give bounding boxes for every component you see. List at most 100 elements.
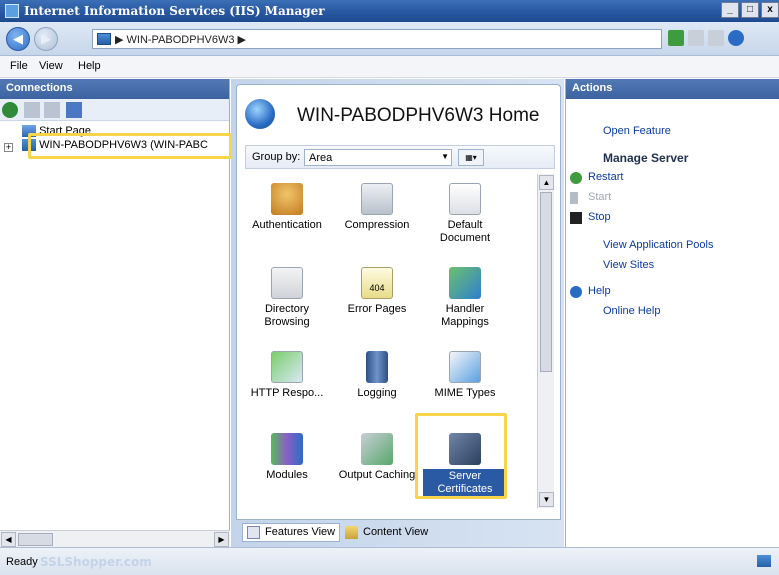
address-bar: ◀ ▶ ▶ WIN-PABODPHV6W3 ▶ [0, 22, 779, 56]
save-icon[interactable] [24, 102, 40, 118]
watermark: SSLShopper.com [40, 555, 152, 569]
window-controls: _ □ x [721, 2, 779, 18]
feature-logging[interactable]: Logging [335, 351, 419, 400]
view-mode-button[interactable]: ▦▾ [458, 149, 484, 166]
scroll-down-arrow[interactable]: ▼ [539, 492, 554, 507]
view-application-pools-link[interactable]: View Application Pools [566, 239, 779, 253]
restart-link[interactable]: Restart [566, 171, 779, 185]
feature-label: Handler Mappings [441, 303, 489, 328]
feature-label: Output Caching [338, 469, 416, 481]
feature-default-document[interactable]: Default Document [423, 183, 507, 245]
horizontal-scrollbar[interactable]: ◀ ▶ [0, 530, 230, 547]
globe-icon [245, 99, 275, 129]
tab-label: Content View [363, 526, 429, 538]
feature-label: HTTP Respo... [250, 387, 324, 399]
feature-label: Authentication [252, 219, 322, 231]
help-icon[interactable] [728, 30, 744, 46]
feature-http-response[interactable]: HTTP Respo... [245, 351, 329, 400]
address-toolbar [668, 30, 744, 46]
actions-pane: Actions Open Feature Manage Server Resta… [565, 79, 779, 547]
menu-view[interactable]: View [39, 60, 63, 72]
scroll-thumb[interactable] [18, 533, 53, 546]
stop-icon [570, 212, 582, 224]
scroll-thumb[interactable] [540, 192, 552, 372]
manage-server-heading: Manage Server [603, 151, 689, 165]
home-icon[interactable] [708, 30, 724, 46]
group-by-select[interactable]: Area ▼ [304, 149, 452, 166]
start-icon [570, 192, 578, 204]
breadcrumb[interactable]: ▶ WIN-PABODPHV6W3 ▶ [115, 33, 246, 46]
server-icon [97, 33, 111, 45]
open-feature-link[interactable]: Open Feature [566, 125, 779, 139]
menu-bar: File View Help [0, 56, 779, 78]
feature-label: Directory Browsing [264, 303, 310, 328]
stop-icon[interactable] [688, 30, 704, 46]
connections-tree: Start Page + WIN-PABODPHV6W3 (WIN-PABC [0, 121, 232, 521]
maximize-button[interactable]: □ [741, 2, 759, 18]
feature-handler-mappings[interactable]: Handler Mappings [423, 267, 507, 329]
status-text: Ready [6, 556, 38, 568]
feature-error-pages[interactable]: 404 Error Pages [335, 267, 419, 316]
features-grid: Authentication Compression Default Docum… [245, 175, 541, 505]
connections-toolbar [0, 99, 229, 121]
logging-icon [366, 351, 388, 383]
connections-pane: Connections Start Page + WIN-PABODPHV6W3… [0, 79, 232, 547]
up-icon[interactable] [44, 102, 60, 118]
feature-label: Modules [266, 469, 308, 481]
http-response-icon [271, 351, 303, 383]
actions-header: Actions [566, 79, 779, 99]
status-bar: Ready SSLShopper.com [0, 547, 779, 575]
page-title: WIN-PABODPHV6W3 Home [297, 105, 540, 126]
menu-file[interactable]: File [10, 60, 28, 72]
vertical-scrollbar[interactable]: ▲ ▼ [537, 174, 554, 508]
delete-connection-icon[interactable] [66, 102, 82, 118]
close-button[interactable]: x [761, 2, 779, 18]
feature-modules[interactable]: Modules [245, 433, 329, 482]
feature-authentication[interactable]: Authentication [245, 183, 329, 232]
tree-expander[interactable]: + [4, 143, 13, 152]
scroll-left-arrow[interactable]: ◀ [1, 532, 16, 547]
tab-features-view[interactable]: Features View [242, 523, 341, 542]
title-bar: Internet Information Services (IIS) Mana… [0, 0, 779, 22]
start-link: Start [566, 191, 779, 205]
help-link[interactable]: Help [566, 285, 779, 299]
feature-label: Compression [344, 219, 410, 231]
connections-header: Connections [0, 79, 229, 99]
group-by-value: Area [309, 152, 333, 164]
error-pages-icon: 404 [361, 267, 393, 299]
stop-link[interactable]: Stop [566, 211, 779, 225]
minimize-button[interactable]: _ [721, 2, 739, 18]
tab-content-view[interactable]: Content View [340, 523, 433, 542]
window-title: Internet Information Services (IIS) Mana… [24, 4, 325, 18]
group-by-bar: Group by: Area ▼ ▦▾ [245, 145, 555, 169]
content-view-icon [345, 526, 358, 539]
feature-label: Error Pages [347, 303, 407, 315]
scroll-right-arrow[interactable]: ▶ [214, 532, 229, 547]
directory-browsing-icon [271, 267, 303, 299]
scroll-up-arrow[interactable]: ▲ [539, 175, 554, 190]
feature-compression[interactable]: Compression [335, 183, 419, 232]
connect-icon[interactable] [2, 102, 18, 118]
chevron-down-icon: ▼ [441, 152, 449, 161]
feature-label: Default Document [439, 219, 491, 244]
restart-icon [570, 172, 582, 184]
iis-app-icon [5, 4, 19, 18]
feature-mime-types[interactable]: MIME Types [423, 351, 507, 400]
address-box[interactable]: ▶ WIN-PABODPHV6W3 ▶ [92, 29, 662, 49]
forward-button[interactable]: ▶ [34, 27, 58, 51]
feature-directory-browsing[interactable]: Directory Browsing [245, 267, 329, 329]
menu-help[interactable]: Help [78, 60, 101, 72]
refresh-icon[interactable] [668, 30, 684, 46]
handler-mappings-icon [449, 267, 481, 299]
server-highlight-box [28, 133, 232, 159]
feature-output-caching[interactable]: Output Caching [335, 433, 419, 482]
help-icon [570, 286, 582, 298]
view-sites-link[interactable]: View Sites [566, 259, 779, 273]
back-button[interactable]: ◀ [6, 27, 30, 51]
feature-label: Logging [357, 387, 397, 399]
modules-icon [271, 433, 303, 465]
home-page: WIN-PABODPHV6W3 Home Group by: Area ▼ ▦▾… [236, 84, 561, 520]
group-by-label: Group by: [252, 151, 301, 163]
online-help-link[interactable]: Online Help [566, 305, 779, 319]
server-certificates-highlight-box [415, 413, 507, 499]
